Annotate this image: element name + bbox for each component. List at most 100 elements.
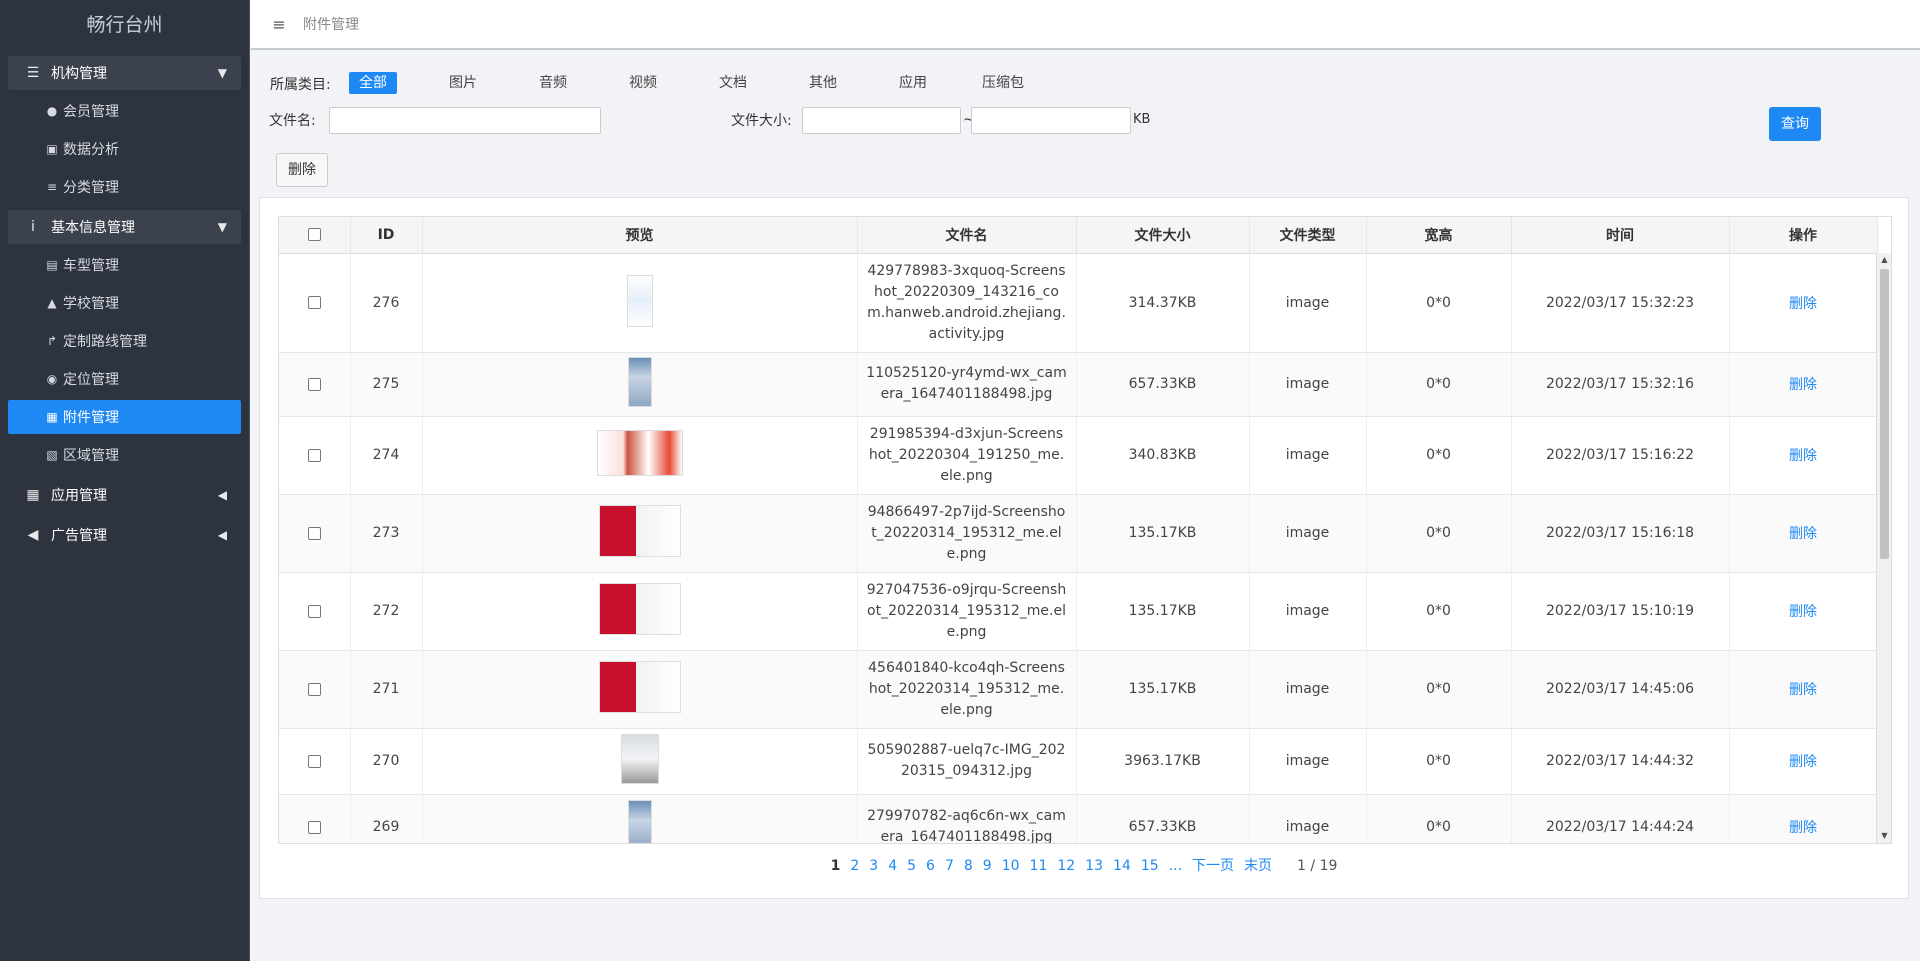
attachment-panel: ID 预览 文件名 文件大小 文件类型 宽高 时间 操作 276 42977898… — [259, 197, 1909, 899]
page-link-7[interactable]: 7 — [945, 858, 954, 874]
map-icon: ▧ — [46, 448, 58, 462]
menu-head-org[interactable]: ☰ 机构管理 ▼ — [8, 56, 241, 90]
menu-toggle-icon[interactable]: ≡ — [259, 15, 299, 34]
category-document[interactable]: 文档 — [709, 72, 757, 94]
row-delete-link[interactable]: 删除 — [1789, 526, 1817, 542]
row-checkbox[interactable] — [307, 526, 321, 540]
row-preview — [422, 253, 858, 353]
page-total: 1 / 19 — [1297, 858, 1338, 874]
table-row: 274 291985394-d3xjun-Screenshot_20220304_… — [279, 416, 1878, 495]
menu-head-basic-info[interactable]: i 基本信息管理 ▼ — [8, 210, 241, 244]
preview-thumbnail[interactable] — [596, 430, 683, 476]
row-preview — [422, 650, 858, 729]
category-app[interactable]: 应用 — [889, 72, 937, 94]
sidebar-item-label: 车型管理 — [63, 258, 119, 274]
query-button[interactable]: 查询 — [1769, 107, 1821, 141]
category-archive[interactable]: 压缩包 — [972, 72, 1034, 94]
page-link-2[interactable]: 2 — [850, 858, 859, 874]
route-icon: ↱ — [46, 334, 58, 348]
sidebar-item-categories[interactable]: ≡ 分类管理 — [8, 170, 241, 204]
page-link-8[interactable]: 8 — [964, 858, 973, 874]
col-filename: 文件名 — [857, 217, 1077, 254]
col-type: 文件类型 — [1249, 217, 1367, 254]
row-filename: 110525120-yr4ymd-wx_camera_1647401188498… — [857, 352, 1077, 417]
row-delete-link[interactable]: 删除 — [1789, 604, 1817, 620]
row-size: 135.17KB — [1076, 494, 1250, 573]
batch-delete-button[interactable]: 删除 — [276, 153, 328, 187]
preview-thumbnail[interactable] — [627, 800, 652, 843]
sidebar-item-attachments[interactable]: ▦ 附件管理 — [8, 400, 241, 434]
preview-thumbnail[interactable] — [598, 505, 681, 557]
row-checkbox[interactable] — [307, 448, 321, 462]
page-link-13[interactable]: 13 — [1085, 858, 1103, 874]
scroll-down-arrow-icon[interactable]: ▼ — [1877, 829, 1891, 843]
row-checkbox[interactable] — [307, 377, 321, 391]
page-link-6[interactable]: 6 — [926, 858, 935, 874]
row-dimensions: 0*0 — [1366, 572, 1512, 651]
sidebar-item-vehicle-types[interactable]: ▤ 车型管理 — [8, 248, 241, 282]
page-link-11[interactable]: 11 — [1030, 858, 1048, 874]
row-checkbox[interactable] — [307, 754, 321, 768]
preview-thumbnail[interactable] — [626, 274, 653, 327]
page-link-14[interactable]: 14 — [1113, 858, 1131, 874]
row-delete-link[interactable]: 删除 — [1789, 754, 1817, 770]
size-max-input[interactable] — [971, 107, 1131, 134]
row-id: 275 — [350, 352, 423, 417]
preview-thumbnail[interactable] — [620, 734, 659, 784]
scroll-up-arrow-icon[interactable]: ▲ — [1877, 253, 1891, 267]
page-link-9[interactable]: 9 — [983, 858, 992, 874]
table-body: 276 429778983-3xquoq-Screenshot_20220309_… — [279, 253, 1878, 843]
page-link-10[interactable]: 10 — [1002, 858, 1020, 874]
category-other[interactable]: 其他 — [799, 72, 847, 94]
sidebar-item-custom-routes[interactable]: ↱ 定制路线管理 — [8, 324, 241, 358]
category-video[interactable]: 视频 — [619, 72, 667, 94]
row-checkbox[interactable] — [307, 820, 321, 834]
next-page-link[interactable]: 下一页 — [1192, 855, 1234, 875]
page-link-1[interactable]: 1 — [831, 858, 841, 874]
category-image[interactable]: 图片 — [439, 72, 487, 94]
scroll-thumb[interactable] — [1880, 269, 1889, 559]
sidebar-item-label: 学校管理 — [63, 296, 119, 312]
row-checkbox[interactable] — [307, 296, 321, 309]
sidebar-item-locations[interactable]: ◉ 定位管理 — [8, 362, 241, 396]
page-ellipsis: ... — [1168, 858, 1183, 874]
brand-title: 畅行台州 — [86, 14, 163, 36]
member-icon: ● — [46, 104, 58, 118]
sidebar-item-regions[interactable]: ▧ 区域管理 — [8, 438, 241, 472]
row-checkbox[interactable] — [307, 682, 321, 696]
row-dimensions: 0*0 — [1366, 794, 1512, 843]
page-link-12[interactable]: 12 — [1057, 858, 1075, 874]
sidebar-item-schools[interactable]: ▲ 学校管理 — [8, 286, 241, 320]
list-icon: ☰ — [26, 65, 40, 81]
sidebar-item-members[interactable]: ● 会员管理 — [8, 94, 241, 128]
page-link-3[interactable]: 3 — [869, 858, 878, 874]
chart-icon: ▣ — [46, 142, 58, 156]
row-checkbox[interactable] — [307, 604, 321, 618]
page-link-15[interactable]: 15 — [1141, 858, 1159, 874]
page-link-5[interactable]: 5 — [907, 858, 916, 874]
select-all-checkbox[interactable] — [307, 228, 321, 242]
size-label: 文件大小: — [731, 113, 792, 129]
row-filename: 505902887-uelq7c-IMG_20220315_094312.jpg — [857, 728, 1077, 795]
page-link-4[interactable]: 4 — [888, 858, 897, 874]
size-min-input[interactable] — [802, 107, 961, 134]
map-pin-icon: ◉ — [46, 372, 58, 386]
preview-thumbnail[interactable] — [627, 357, 652, 407]
row-select-cell — [279, 572, 351, 651]
category-audio[interactable]: 音频 — [529, 72, 577, 94]
menu-head-apps[interactable]: ▦ 应用管理 ◀ — [8, 478, 241, 512]
row-delete-link[interactable]: 删除 — [1789, 448, 1817, 464]
filename-input[interactable] — [329, 107, 601, 134]
row-delete-link[interactable]: 删除 — [1789, 820, 1817, 836]
row-delete-link[interactable]: 删除 — [1789, 377, 1817, 393]
row-delete-link[interactable]: 删除 — [1789, 682, 1817, 698]
preview-thumbnail[interactable] — [598, 583, 681, 635]
table-scrollbar[interactable]: ▲ ▼ — [1876, 253, 1891, 843]
preview-thumbnail[interactable] — [598, 661, 681, 713]
sidebar-item-analytics[interactable]: ▣ 数据分析 — [8, 132, 241, 166]
row-size: 657.33KB — [1076, 794, 1250, 843]
last-page-link[interactable]: 末页 — [1244, 855, 1272, 875]
row-delete-link[interactable]: 删除 — [1789, 296, 1817, 312]
category-all[interactable]: 全部 — [349, 72, 397, 94]
menu-head-ads[interactable]: ◀ 广告管理 ◀ — [8, 518, 241, 552]
